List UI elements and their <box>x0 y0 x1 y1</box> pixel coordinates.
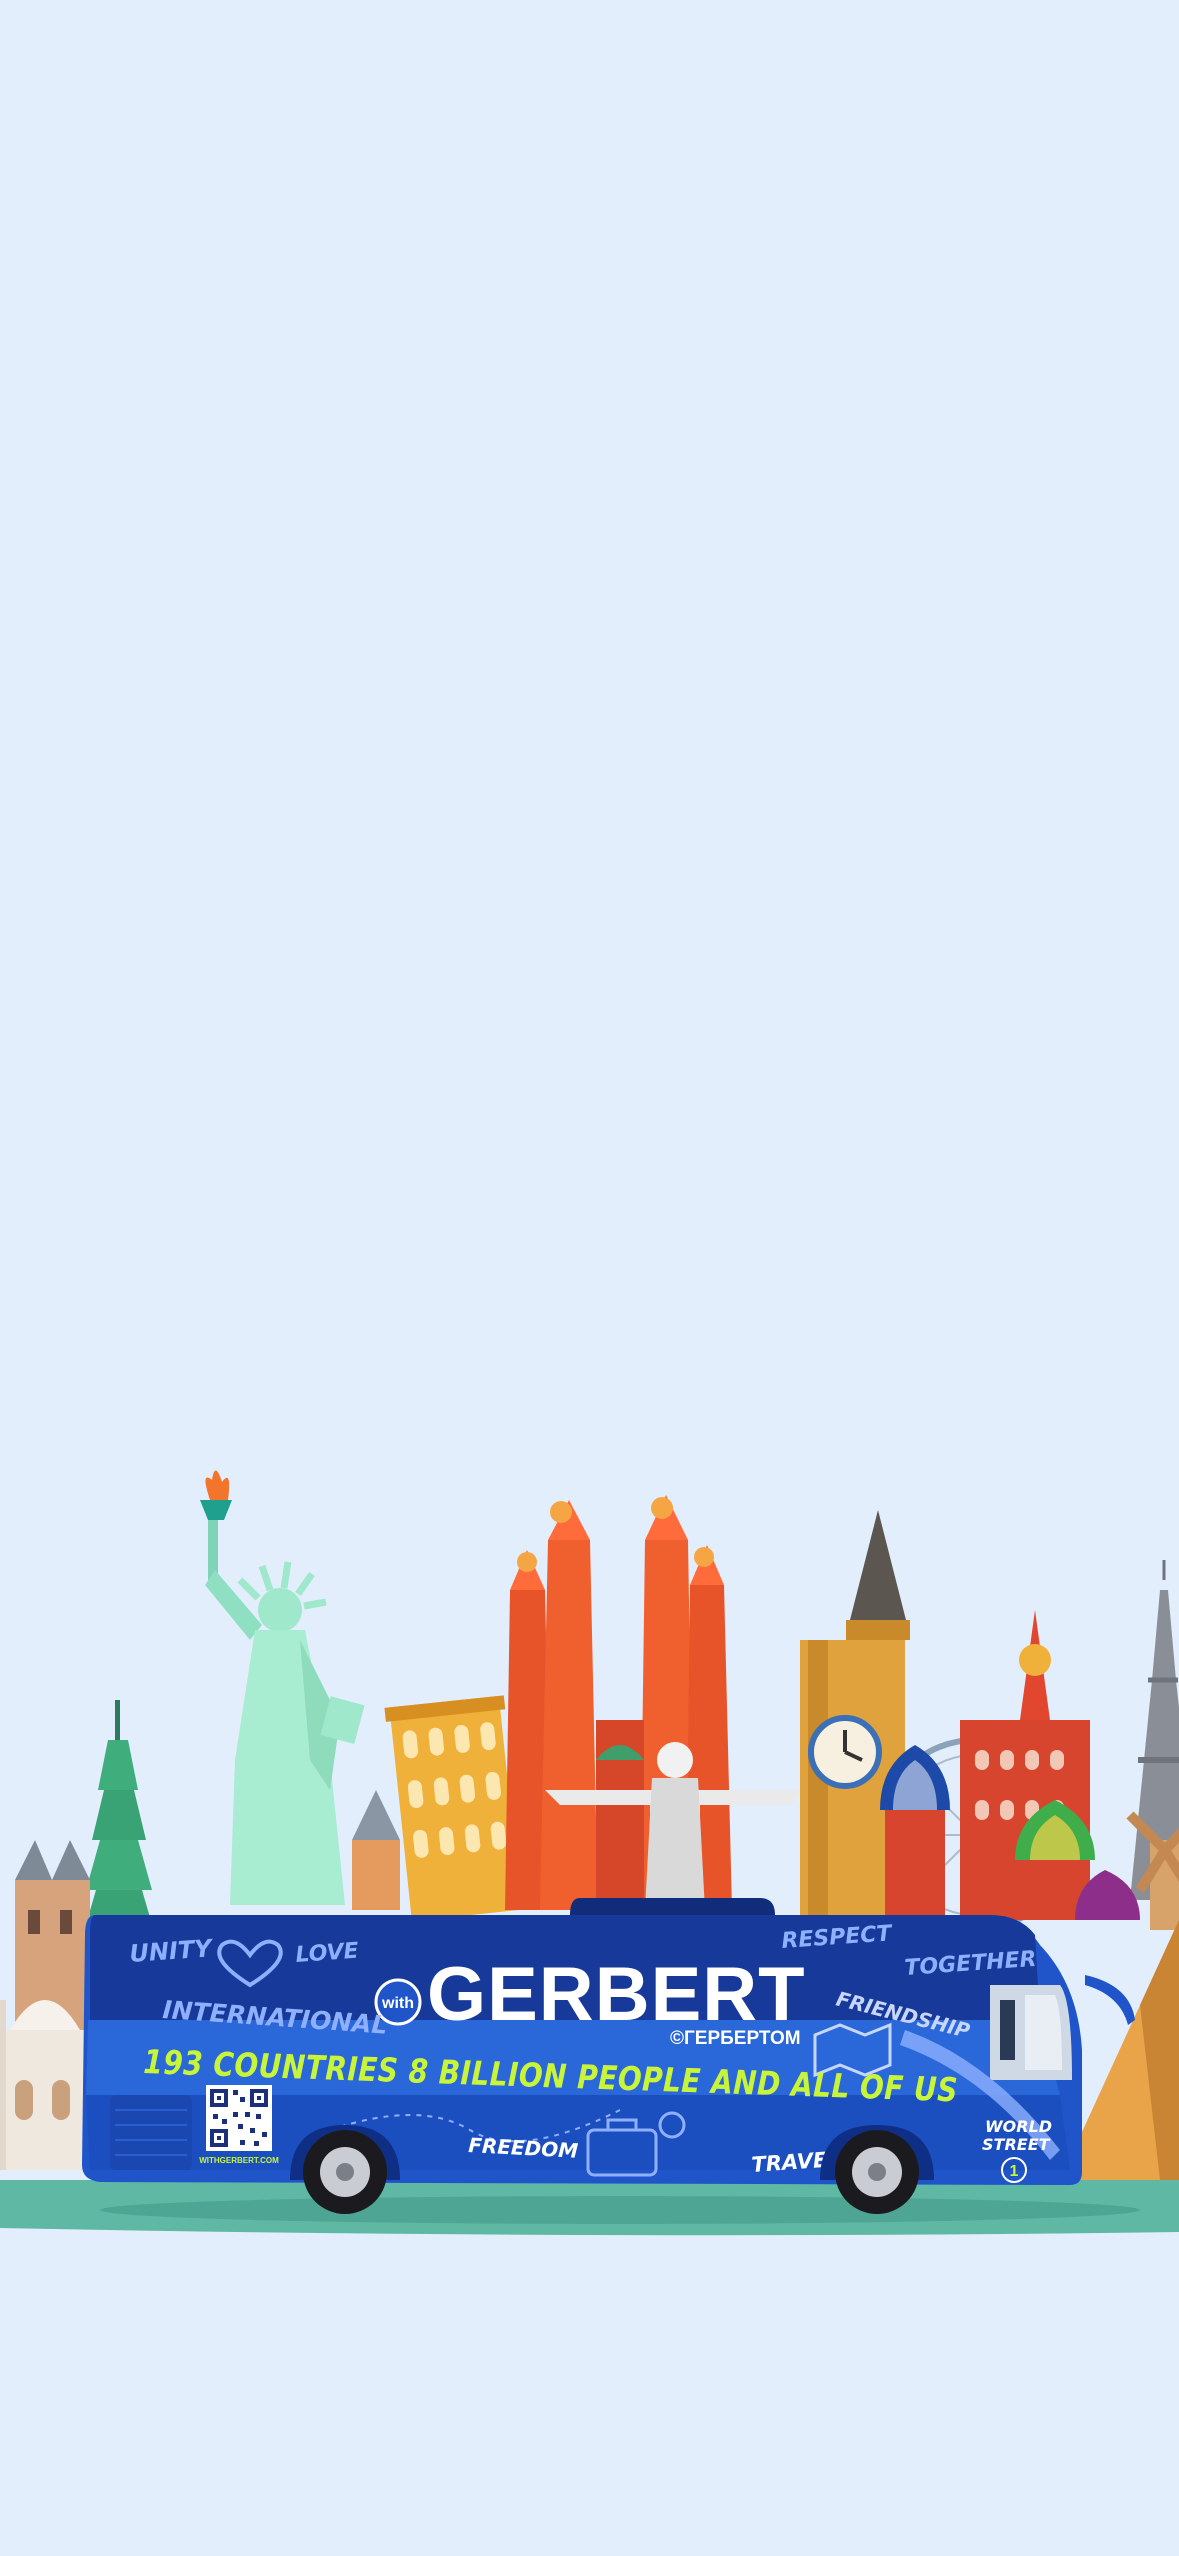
world-street-line-1: WORLD <box>985 2117 1052 2136</box>
house-icon <box>352 1790 400 1910</box>
travel-illustration: with GERBERT ©ГЕРБЕРТОМ UNITY LOVE RESPE… <box>0 1470 1179 2236</box>
statue-of-liberty-icon <box>200 1470 365 1905</box>
with-badge-label: with <box>381 1995 414 2012</box>
world-street-line-2: STREET <box>982 2135 1051 2154</box>
taipei-101-icon <box>80 1700 158 1945</box>
word-unity: UNITY <box>128 1934 215 1968</box>
qr-code-icon[interactable] <box>206 2085 272 2151</box>
ground <box>0 2180 1179 2236</box>
street-number: 1 <box>1010 2163 1019 2180</box>
brand-logo: GERBERT <box>427 1952 806 2037</box>
leaning-tower-of-pisa-icon <box>384 1695 522 1922</box>
engine-grille <box>110 2095 192 2170</box>
st-basils-cathedral-icon <box>880 1610 1140 1920</box>
taj-mahal-icon <box>0 2000 90 2170</box>
bus: with GERBERT ©ГЕРБЕРТОМ UNITY LOVE RESPE… <box>82 1898 1135 2214</box>
brand-cyrillic: ©ГЕРБЕРТОМ <box>670 2028 801 2049</box>
word-love: LOVE <box>295 1939 360 1968</box>
qr-caption: WITHGERBERT.COM <box>199 2156 279 2165</box>
